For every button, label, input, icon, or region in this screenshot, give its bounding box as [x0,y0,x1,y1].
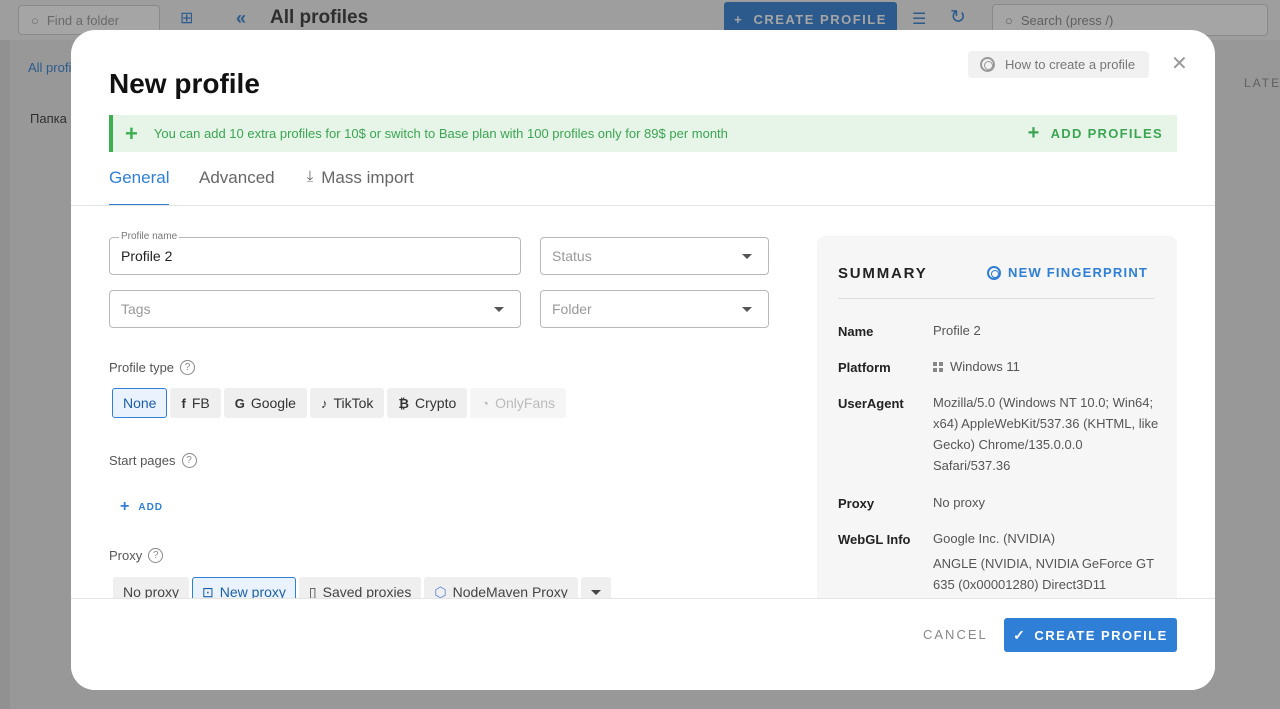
summary-divider [838,298,1154,299]
summary-platform-key: Platform [838,360,891,375]
profile-type-group: None f FB G Google ♪ TikTok ₿ Crypto ◔ O… [112,388,567,418]
folder-select[interactable]: Folder [540,290,769,328]
summary-webgl-vendor: Google Inc. (NVIDIA) [933,531,1056,546]
tab-mass-import[interactable]: ⤓ Mass import [307,168,414,206]
summary-platform-value: Windows 11 [933,356,1159,377]
onlyfans-icon: ◔ [481,395,490,411]
plus-icon: + [120,498,131,515]
tiktok-icon: ♪ [320,395,328,411]
download-icon: ⤓ [306,168,314,185]
add-profiles-button[interactable]: + ADD PROFILES [1028,115,1163,152]
summary-useragent-value: Mozilla/5.0 (Windows NT 10.0; Win64; x64… [933,395,1159,473]
proxy-label: Proxy ? [109,548,164,563]
summary-name-key: Name [838,324,874,339]
tabs-divider [71,205,1215,206]
profile-type-fb[interactable]: f FB [170,388,221,418]
close-icon[interactable]: ✕ [1171,54,1188,74]
profile-type-google[interactable]: G Google [223,388,307,418]
modal-title: New profile [109,68,260,99]
upgrade-banner: + You can add 10 extra profiles for 10$ … [109,115,1177,152]
how-to-create-button[interactable]: How to create a profile [968,51,1150,78]
tab-bar: General Advanced ⤓ Mass import [109,168,414,206]
modal-footer: CANCEL ✓ CREATE PROFILE [71,599,1215,690]
cancel-button[interactable]: CANCEL [923,627,988,642]
banner-text: You can add 10 extra profiles for 10$ or… [153,126,728,141]
new-profile-modal: New profile How to create a profile ✕ + … [71,30,1215,690]
help-icon[interactable]: ? [148,548,164,563]
tab-advanced[interactable]: Advanced [199,168,275,206]
facebook-icon: f [181,395,186,411]
summary-panel: SUMMARY NEW FINGERPRINT Name Profile 2 P… [817,236,1177,616]
profile-type-onlyfans: ◔ OnlyFans [470,388,567,418]
summary-name-value: Profile 2 [933,323,981,338]
check-icon: ✓ [1013,626,1027,643]
profile-type-label: Profile type ? [109,360,196,375]
summary-proxy-value: No proxy [933,495,986,510]
help-icon[interactable]: ? [181,453,197,468]
summary-title: SUMMARY [838,265,928,282]
status-select[interactable]: Status [540,237,769,275]
tab-general[interactable]: General [109,168,169,206]
chevron-down-icon [494,307,504,312]
lifebuoy-icon [980,57,995,72]
add-start-page-button[interactable]: + ADD [120,498,163,516]
summary-webgl-renderer: ANGLE (NVIDIA, NVIDIA GeForce GT 635 (0x… [933,556,1154,592]
fingerprint-icon [987,265,1001,280]
profile-name-field[interactable]: Profile name Profile 2 [109,231,521,275]
plus-icon: + [125,120,138,146]
help-icon[interactable]: ? [180,360,196,375]
chevron-down-icon [590,589,601,595]
profile-name-value: Profile 2 [121,248,173,264]
profile-type-crypto[interactable]: ₿ Crypto [387,388,468,418]
chevron-down-icon [742,307,752,312]
windows-icon [933,362,943,372]
profile-type-none[interactable]: None [112,388,168,418]
google-icon: G [234,395,245,411]
profile-name-label: Profile name [119,231,180,242]
chevron-down-icon [742,254,752,259]
summary-proxy-key: Proxy [838,496,875,511]
new-fingerprint-button[interactable]: NEW FINGERPRINT [987,265,1148,280]
bitcoin-icon: ₿ [398,395,410,411]
start-pages-label: Start pages ? [109,453,197,468]
tags-select[interactable]: Tags [109,290,521,328]
summary-useragent-key: UserAgent [838,396,904,411]
summary-webgl-key: WebGL Info [838,532,911,547]
plus-icon: + [1027,122,1041,144]
create-profile-button[interactable]: ✓ CREATE PROFILE [1004,618,1177,652]
profile-type-tiktok[interactable]: ♪ TikTok [309,388,385,418]
